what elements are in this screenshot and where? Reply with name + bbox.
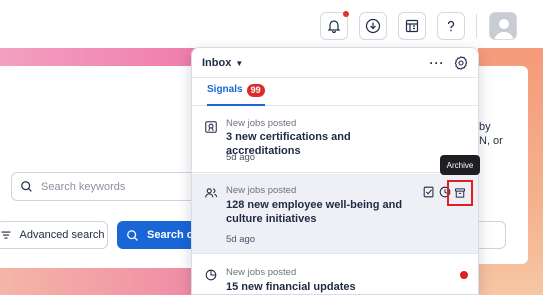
list-item[interactable]: New jobs posted 3 new certifications and… [192,107,478,173]
info-card-text: by N, or [479,120,503,148]
downloads-button[interactable] [359,12,387,40]
list-item[interactable]: New jobs posted 15 new financial updates [192,255,478,294]
item-kicker: New jobs posted [226,267,297,278]
download-icon [365,18,381,34]
inbox-header: Inbox ▼ ··· [192,48,478,78]
keyword-search-box[interactable] [11,172,201,201]
item-title: 128 new employee well-being and culture … [226,199,403,225]
info-line-2: N, or [479,135,503,147]
toolbar-divider [476,14,477,38]
notifications-button[interactable] [320,11,349,40]
companies-button[interactable] [398,12,426,40]
footer-gradient [0,268,200,295]
item-title: 15 new financial updates [226,281,356,293]
advanced-search-label: Advanced search [19,229,105,241]
inbox-title-dropdown[interactable]: Inbox ▼ [202,57,243,69]
avatar[interactable] [489,12,517,40]
search-icon [127,229,138,241]
item-kicker: New jobs posted [226,185,297,196]
search-input[interactable] [41,180,191,193]
bell-icon [327,20,341,34]
tab-signals[interactable]: Signals 99 [207,84,265,106]
building-icon [405,19,419,33]
caret-down-icon: ▼ [235,58,244,68]
inbox-tabs: Signals 99 [192,78,478,106]
unread-dot [460,271,468,279]
search-icon [21,181,32,192]
inbox-title: Inbox [202,57,232,69]
signals-count-badge: 99 [246,84,265,97]
filter-icon [1,231,10,239]
archive-tooltip: Archive [440,155,480,175]
archive-button[interactable] [447,180,473,206]
user-silhouette-icon [494,19,514,39]
pie-chart-icon [205,269,217,281]
notification-dot [343,11,349,17]
info-line-1: by [479,121,491,133]
item-time: 5d ago [226,152,256,163]
tab-signals-label: Signals [207,84,243,95]
settings-button[interactable] [453,55,469,71]
top-bar [0,0,543,50]
archive-icon [455,188,465,198]
help-button[interactable] [437,12,465,40]
location-input[interactable] [478,221,506,249]
inbox-panel: Inbox ▼ ··· Signals 99 New jobs posted 3… [191,47,479,295]
item-kicker: New jobs posted [226,118,297,129]
list-item[interactable]: New jobs posted 128 new employee well-be… [192,174,478,254]
help-icon [447,20,455,32]
certificate-icon [205,121,217,133]
gear-icon [454,56,468,70]
edit-icon[interactable] [422,185,436,199]
search-button-label: Search c [147,229,193,241]
more-icon[interactable]: ··· [429,55,445,71]
advanced-search-button[interactable]: Advanced search [0,221,108,249]
item-time: 5d ago [226,234,256,245]
people-icon [205,188,218,198]
